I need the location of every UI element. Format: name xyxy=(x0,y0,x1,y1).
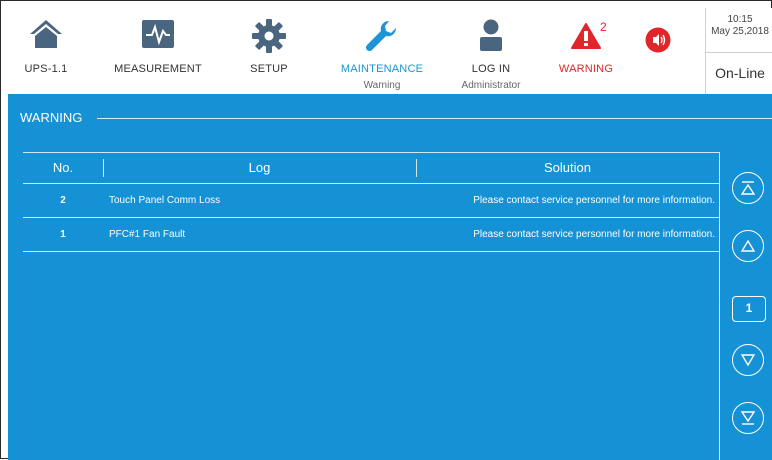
column-no: No. xyxy=(52,160,74,175)
setup-label: SETUP xyxy=(250,63,288,75)
ups-screen: UPS-1.1 MEASUREMENT SETUP MAINTENANCE Wa… xyxy=(0,0,772,460)
wrench-icon xyxy=(364,18,400,59)
setup-button[interactable]: SETUP xyxy=(234,8,304,94)
warning-count-badge: 2 xyxy=(600,20,607,34)
user-icon xyxy=(477,18,505,57)
measurement-button[interactable]: MEASUREMENT xyxy=(98,8,218,94)
previous-page-button[interactable] xyxy=(732,230,764,262)
gear-icon xyxy=(251,18,287,59)
warning-button[interactable]: 2 WARNING xyxy=(546,8,626,94)
login-button[interactable]: LOG IN Administrator xyxy=(446,8,536,94)
row-no: 2 xyxy=(60,195,66,206)
clock-date: May 25,2018 xyxy=(711,26,769,37)
warning-panel: WARNING No. Log Solution 2 Touch Panel C… xyxy=(8,94,772,460)
page-number: 1 xyxy=(732,296,766,322)
warning-label: WARNING xyxy=(558,63,614,75)
row-log: PFC#1 Fan Fault xyxy=(109,229,186,240)
maintenance-label: MAINTENANCE xyxy=(340,63,424,75)
top-toolbar: UPS-1.1 MEASUREMENT SETUP MAINTENANCE Wa… xyxy=(8,8,772,94)
warning-log-table: No. Log Solution 2 Touch Panel Comm Loss… xyxy=(23,152,719,252)
title-divider xyxy=(97,118,772,119)
last-page-button[interactable] xyxy=(732,402,764,434)
clock-divider xyxy=(706,52,772,53)
table-row[interactable]: 1 PFC#1 Fan Fault Please contact service… xyxy=(23,218,719,252)
panel-title: WARNING xyxy=(20,110,83,125)
speaker-icon xyxy=(645,27,671,58)
table-header: No. Log Solution xyxy=(23,152,719,184)
pager: 1 xyxy=(719,152,772,460)
home-label: UPS-1.1 xyxy=(24,63,68,75)
home-button[interactable]: UPS-1.1 xyxy=(8,8,84,94)
home-icon xyxy=(28,18,64,55)
measurement-label: MEASUREMENT xyxy=(114,63,202,75)
measurement-icon xyxy=(141,18,175,55)
row-no: 1 xyxy=(60,229,66,240)
login-sublabel: Administrator xyxy=(461,80,521,91)
status-clock-panel: 10:15 May 25,2018 On-Line xyxy=(705,8,772,94)
row-log: Touch Panel Comm Loss xyxy=(109,195,221,206)
column-solution: Solution xyxy=(544,160,591,175)
column-log: Log xyxy=(248,160,271,175)
warning-icon xyxy=(571,22,601,55)
table-row[interactable]: 2 Touch Panel Comm Loss Please contact s… xyxy=(23,184,719,218)
alarm-mute-button[interactable] xyxy=(636,8,680,94)
login-label: LOG IN xyxy=(471,63,511,75)
clock-time: 10:15 xyxy=(727,14,753,25)
maintenance-sublabel: Warning xyxy=(363,80,401,91)
next-page-button[interactable] xyxy=(732,344,764,376)
row-solution: Please contact service personnel for mor… xyxy=(473,195,715,206)
maintenance-button[interactable]: MAINTENANCE Warning xyxy=(330,8,434,94)
first-page-button[interactable] xyxy=(732,172,764,204)
ups-status: On-Line xyxy=(715,65,765,81)
row-solution: Please contact service personnel for mor… xyxy=(473,229,715,240)
